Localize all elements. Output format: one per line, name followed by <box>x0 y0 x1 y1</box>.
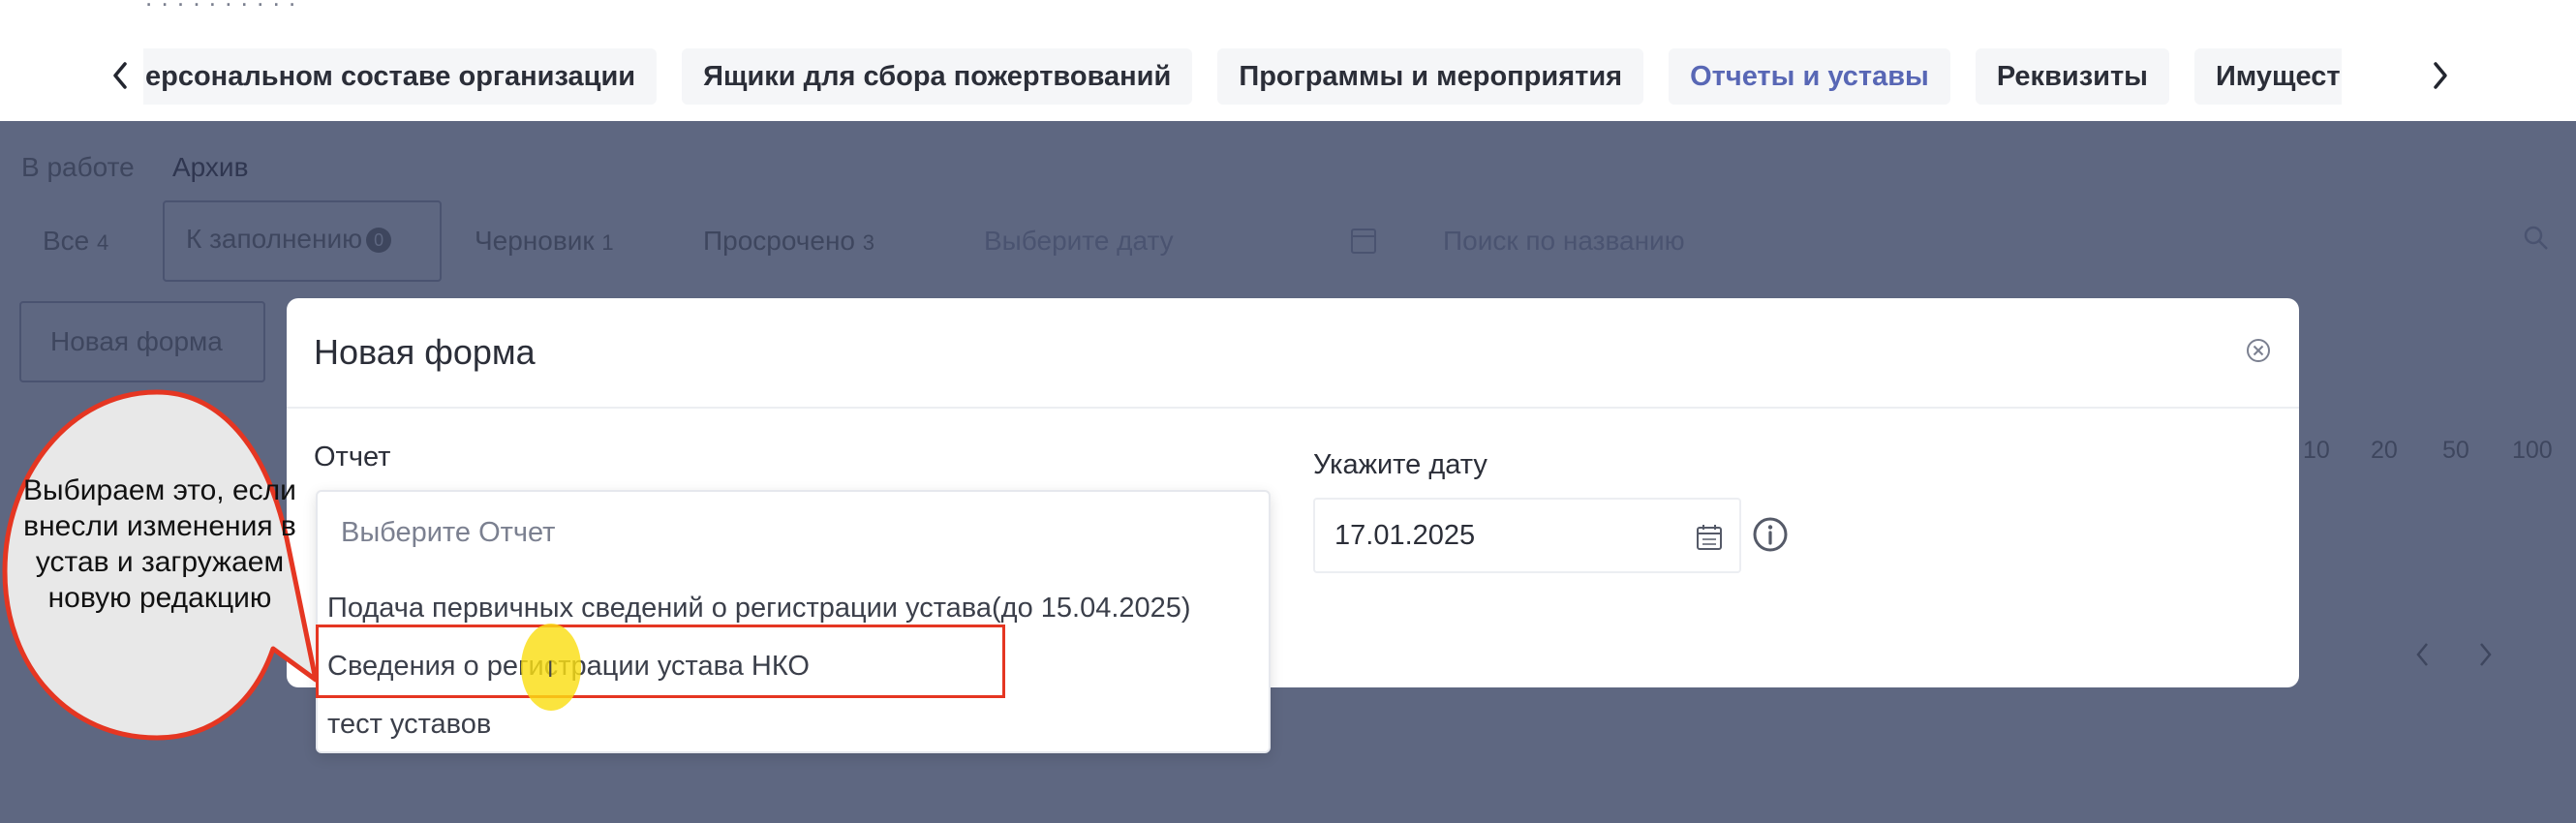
calendar-icon <box>1351 229 1376 254</box>
date-field-label: Укажите дату <box>1313 449 1487 480</box>
filter-all-label: Все <box>43 226 90 256</box>
page-size-10[interactable]: 10 <box>2303 437 2330 465</box>
section-tabs: ерсональном составе организации Ящики дл… <box>143 48 2342 107</box>
page-size-50[interactable]: 50 <box>2442 437 2469 465</box>
pagination-prev-icon[interactable] <box>2411 640 2435 669</box>
filter-all-count: 4 <box>97 230 109 255</box>
new-form-button[interactable]: Новая форма <box>19 301 265 382</box>
filter-overdue-count: 3 <box>862 230 875 255</box>
page-size-100[interactable]: 100 <box>2512 437 2553 465</box>
date-field[interactable]: 17.01.2025 <box>1313 498 1741 573</box>
cropped-heading-fragment: . . . . . . . . . . <box>145 0 416 10</box>
chevron-right-icon <box>2434 62 2447 89</box>
report-dropdown: Выберите Отчет Подача первичных сведений… <box>316 490 1271 753</box>
search-icon[interactable] <box>2522 224 2551 253</box>
tab-reports-charters[interactable]: Отчеты и уставы <box>1669 48 1950 105</box>
new-form-button-label: Новая форма <box>50 326 223 356</box>
page-size-20[interactable]: 20 <box>2371 437 2398 465</box>
section-tabs-bar: . . . . . . . . . . ерсональном составе … <box>0 0 2576 121</box>
chevron-left-icon <box>113 62 127 89</box>
modal-title: Новая форма <box>314 332 536 372</box>
filter-draft-count: 1 <box>601 230 614 255</box>
filter-draft-label: Черновик <box>475 226 595 256</box>
tab-property[interactable]: Имущество <box>2193 48 2342 105</box>
search-input[interactable]: Поиск по названию <box>1443 226 1685 257</box>
tab-programs-events[interactable]: Программы и мероприятия <box>1217 48 1644 105</box>
tab-personnel-composition[interactable]: ерсональном составе организации <box>143 48 658 105</box>
highlight-frame <box>316 625 1005 698</box>
date-filter-input[interactable]: Выберите дату <box>984 226 1174 257</box>
status-tab-in-work[interactable]: В работе <box>21 152 135 183</box>
filter-all[interactable]: Все 4 <box>43 226 108 257</box>
tab-donation-boxes[interactable]: Ящики для сбора пожертвований <box>682 48 1193 105</box>
tabs-scroll-right-button[interactable] <box>2421 56 2460 95</box>
filter-overdue-label: Просрочено <box>703 226 855 256</box>
filter-to-fill-badge: 0 <box>366 228 392 253</box>
tab-requisites[interactable]: Реквизиты <box>1975 48 2169 105</box>
callout-text: Выбираем это, если внесли изменения в ус… <box>23 474 296 614</box>
tabs-scroll-left-button[interactable] <box>101 56 139 95</box>
pagination-next-icon[interactable] <box>2473 640 2497 669</box>
filter-draft[interactable]: Черновик 1 <box>475 226 614 257</box>
calendar-icon[interactable] <box>1695 523 1724 552</box>
text-cursor-icon: I <box>547 658 554 683</box>
report-select-input[interactable]: Выберите Отчет <box>341 517 555 549</box>
modal-header: Новая форма <box>287 298 2299 409</box>
date-field-value: 17.01.2025 <box>1334 519 1476 551</box>
filter-overdue[interactable]: Просрочено 3 <box>703 226 874 257</box>
filter-to-fill[interactable]: К заполнению 0 <box>163 200 442 282</box>
info-icon[interactable] <box>1751 515 1790 554</box>
filter-to-fill-label: К заполнению <box>186 224 363 254</box>
status-tab-archive[interactable]: Архив <box>172 152 248 183</box>
report-option-test-charters[interactable]: тест уставов <box>327 697 1263 751</box>
close-icon[interactable] <box>2245 337 2272 364</box>
